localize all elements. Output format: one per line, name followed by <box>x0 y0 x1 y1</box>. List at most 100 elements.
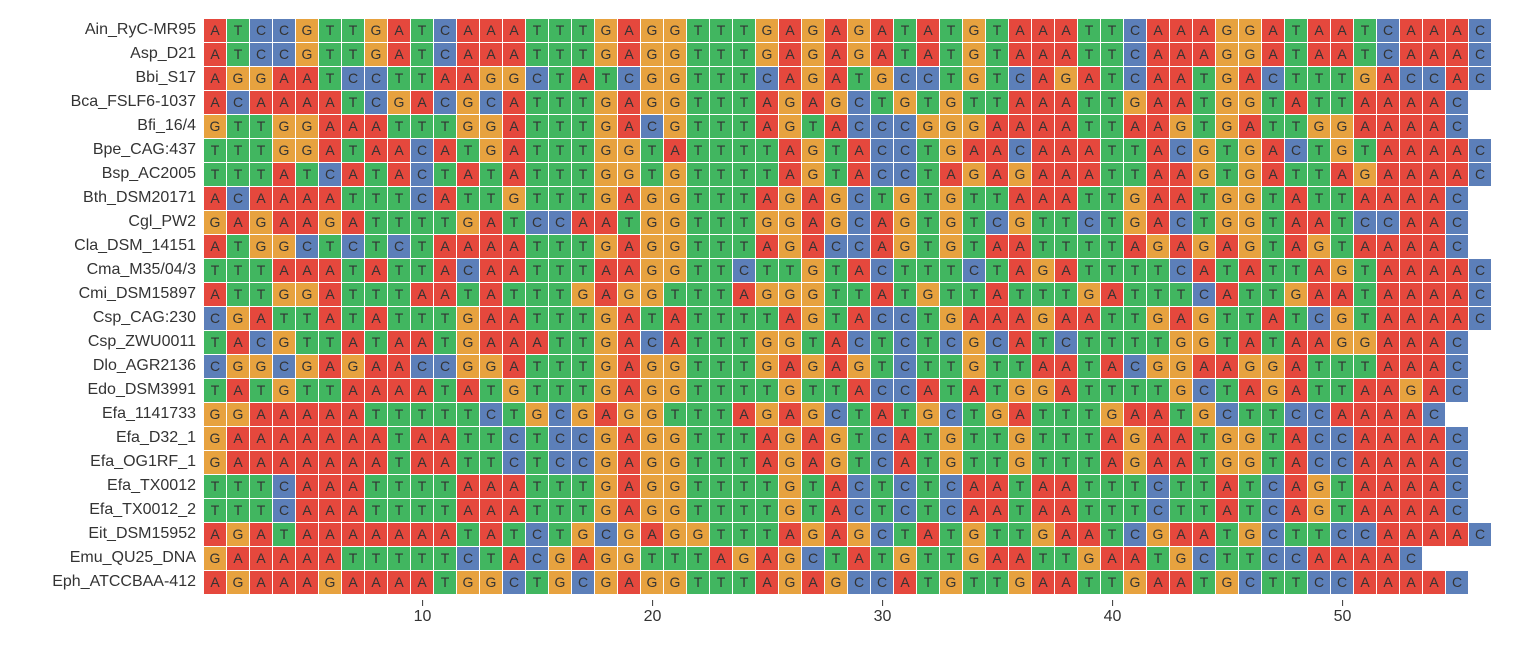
base-cell: C <box>848 571 870 594</box>
base-cell: C <box>526 211 548 234</box>
base-cell: T <box>733 475 755 498</box>
base-cell: T <box>1262 451 1284 474</box>
base-cell: G <box>963 163 985 186</box>
base-cell: A <box>1170 523 1192 546</box>
base-cell: A <box>319 427 341 450</box>
base-cell: A <box>779 67 801 90</box>
base-cell: T <box>710 187 732 210</box>
base-cell: T <box>1055 283 1077 306</box>
base-cell: T <box>1032 283 1054 306</box>
base-cell: G <box>664 427 686 450</box>
base-cell: T <box>940 523 962 546</box>
base-cell: C <box>871 259 893 282</box>
base-cell: C <box>1354 211 1376 234</box>
base-cell: A <box>365 115 387 138</box>
alignment-chart: Ain_RyC-MR95ATCCGTTGATCAAATTTGAGGTTTGAGA… <box>0 0 1536 652</box>
base-cell: G <box>641 427 663 450</box>
base-cell: A <box>917 523 939 546</box>
base-cell: A <box>618 115 640 138</box>
base-cell: C <box>365 91 387 114</box>
base-cell: T <box>1147 283 1169 306</box>
base-cell: C <box>1400 547 1422 570</box>
base-cell: T <box>296 307 318 330</box>
base-cell: G <box>250 235 272 258</box>
base-cell: A <box>664 307 686 330</box>
base-cell: T <box>1308 523 1330 546</box>
base-cell: A <box>273 259 295 282</box>
base-cell: G <box>480 355 502 378</box>
base-cell: G <box>595 499 617 522</box>
base-cell: T <box>1216 259 1238 282</box>
base-cell: T <box>963 571 985 594</box>
base-cell: G <box>1216 427 1238 450</box>
base-cell: G <box>848 43 870 66</box>
base-cell: A <box>779 307 801 330</box>
base-cell: C <box>1124 67 1146 90</box>
base-cell: A <box>848 307 870 330</box>
base-cell: A <box>503 331 525 354</box>
base-cell: C <box>1446 451 1468 474</box>
base-cell: A <box>1078 67 1100 90</box>
base-cell: A <box>1423 187 1445 210</box>
base-cell: A <box>434 451 456 474</box>
base-cell: G <box>1170 331 1192 354</box>
base-cell: G <box>963 547 985 570</box>
base-cell: T <box>1032 403 1054 426</box>
base-cell: A <box>664 139 686 162</box>
base-cell: A <box>1078 307 1100 330</box>
alignment-row: Efa_TX0012TTTCAAATTTTAAATTTGAGGTTTTGTACT… <box>20 474 1516 498</box>
base-cell: A <box>1147 571 1169 594</box>
base-cell: G <box>1032 379 1054 402</box>
base-cell: A <box>1377 523 1399 546</box>
base-cell: A <box>1423 427 1445 450</box>
base-cell: G <box>1239 43 1261 66</box>
x-tick-label: 50 <box>1334 608 1352 625</box>
base-cell: T <box>825 307 847 330</box>
base-cell: T <box>825 163 847 186</box>
base-cell: A <box>1147 19 1169 42</box>
base-cell: T <box>1239 307 1261 330</box>
base-cell: A <box>572 211 594 234</box>
base-cell: A <box>756 235 778 258</box>
base-cell: T <box>526 91 548 114</box>
base-cell: G <box>986 403 1008 426</box>
base-cell: A <box>457 67 479 90</box>
base-cell: C <box>1170 139 1192 162</box>
sequence-cells: ATCCGTTGATCAAATTTGAGGTTTGAGAGATATGTAAATT… <box>204 43 1491 66</box>
base-cell: T <box>825 139 847 162</box>
base-cell: G <box>1193 163 1215 186</box>
base-cell: A <box>825 499 847 522</box>
base-cell: T <box>1101 211 1123 234</box>
base-cell: G <box>595 43 617 66</box>
base-cell: G <box>572 403 594 426</box>
base-cell: C <box>1216 403 1238 426</box>
base-cell: A <box>1262 19 1284 42</box>
base-cell: T <box>434 403 456 426</box>
base-cell: A <box>480 211 502 234</box>
base-cell: A <box>273 163 295 186</box>
sequence-label: Asp_D21 <box>20 45 204 63</box>
base-cell: C <box>1124 355 1146 378</box>
base-cell: A <box>1170 235 1192 258</box>
base-cell: C <box>940 331 962 354</box>
base-cell: G <box>779 451 801 474</box>
base-cell: G <box>802 259 824 282</box>
base-cell: T <box>1239 547 1261 570</box>
base-cell: G <box>1331 139 1353 162</box>
base-cell: A <box>388 571 410 594</box>
base-cell: T <box>204 331 226 354</box>
base-cell: T <box>250 283 272 306</box>
base-cell: T <box>664 403 686 426</box>
base-cell: T <box>1032 427 1054 450</box>
base-cell: T <box>503 523 525 546</box>
base-cell: C <box>871 139 893 162</box>
base-cell: A <box>1285 475 1307 498</box>
base-cell: C <box>871 307 893 330</box>
base-cell: T <box>733 451 755 474</box>
base-cell: T <box>687 547 709 570</box>
base-cell: T <box>894 19 916 42</box>
base-cell: A <box>1216 499 1238 522</box>
x-tick: 10 <box>414 600 432 626</box>
base-cell: C <box>1469 259 1491 282</box>
base-cell: T <box>687 403 709 426</box>
